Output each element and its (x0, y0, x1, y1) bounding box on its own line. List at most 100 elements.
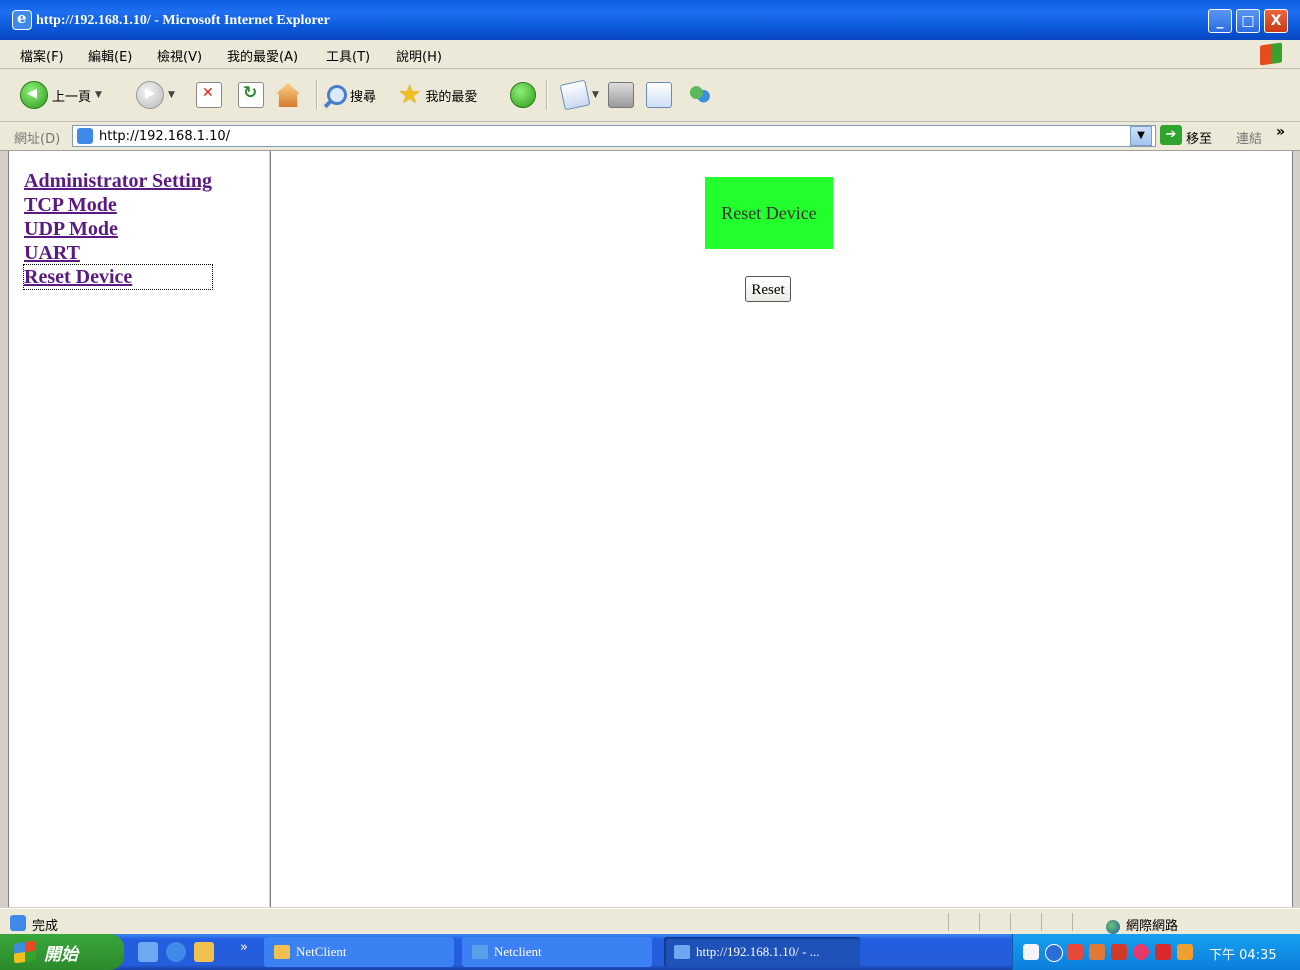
quicklaunch-more-icon[interactable]: » (240, 940, 248, 955)
tray-shield-icon[interactable] (1155, 944, 1171, 960)
window-title: http://192.168.1.10/ - Microsoft Interne… (36, 13, 330, 28)
windows-flag-icon (1260, 42, 1282, 66)
home-button[interactable] (276, 81, 300, 109)
windows-flag-icon (14, 940, 36, 964)
menu-view[interactable]: 檢視(V) (157, 46, 202, 65)
folder-icon (274, 945, 290, 959)
taskbar-button-netclient-app[interactable]: Netclient (462, 937, 652, 967)
system-tray: 下午 04:35 (1012, 934, 1300, 970)
messenger-button[interactable] (688, 81, 712, 109)
forward-button[interactable]: ▼ (136, 81, 175, 109)
taskbar-button-label: Netclient (494, 944, 542, 959)
taskbar-button-label: NetClient (296, 944, 347, 959)
edit-button[interactable] (646, 81, 672, 109)
toolbar: 上一頁 ▼ ▼ 搜尋 ★ 我的最愛 ▼ (0, 69, 1300, 122)
taskbar: 開始 » NetClient Netclient http://192.168.… (0, 934, 1300, 970)
title-bar: http://192.168.1.10/ - Microsoft Interne… (0, 0, 1300, 41)
maximize-button[interactable]: □ (1236, 9, 1260, 33)
quicklaunch-desktop-icon[interactable] (138, 942, 158, 962)
links-more-icon[interactable]: » (1276, 124, 1285, 140)
menu-bar: 檔案(F) 編輯(E) 檢視(V) 我的最愛(A) 工具(T) 說明(H) (0, 40, 1300, 69)
tray-icon-3[interactable] (1111, 944, 1127, 960)
back-button[interactable]: 上一頁 ▼ (20, 81, 102, 109)
taskbar-button-netclient-folder[interactable]: NetClient (264, 937, 454, 967)
tray-network-icon[interactable] (1177, 944, 1193, 960)
menu-tools[interactable]: 工具(T) (326, 46, 370, 65)
keyboard-icon[interactable] (1023, 944, 1039, 960)
refresh-button[interactable] (238, 81, 264, 109)
zone-label: 網際網路 (1126, 919, 1179, 934)
tray-icon-2[interactable] (1089, 944, 1105, 960)
search-label: 搜尋 (350, 89, 377, 105)
minimize-button[interactable]: _ (1208, 9, 1232, 33)
mail-icon (559, 79, 591, 111)
reset-button[interactable]: Reset (745, 276, 791, 302)
edit-icon (646, 82, 672, 108)
nav-link-tcp-mode[interactable]: TCP Mode (24, 193, 212, 217)
close-button[interactable]: X (1264, 9, 1288, 33)
status-bar: 完成 網際網路 (0, 908, 1300, 953)
taskbar-button-ie[interactable]: http://192.168.1.10/ - ... (664, 937, 860, 967)
status-panes (948, 913, 1099, 953)
go-button[interactable]: 移至 (1186, 128, 1212, 147)
forward-dropdown-icon[interactable]: ▼ (168, 90, 175, 100)
favorites-label: 我的最愛 (425, 89, 478, 105)
page-heading: Reset Device (705, 177, 833, 249)
clock: 下午 04:35 (1209, 948, 1277, 963)
stop-button[interactable] (196, 81, 222, 109)
address-dropdown-icon[interactable]: ▼ (1130, 126, 1152, 146)
menu-favorites[interactable]: 我的最愛(A) (227, 46, 298, 65)
toolbar-separator (316, 80, 318, 110)
menu-help[interactable]: 說明(H) (396, 46, 442, 65)
toolbar-separator (546, 80, 548, 110)
content-frame: Reset Device Reset (271, 151, 1293, 907)
mail-dropdown-icon[interactable]: ▼ (592, 90, 599, 100)
mail-button[interactable]: ▼ (559, 79, 599, 111)
history-icon (510, 82, 536, 108)
menu-file[interactable]: 檔案(F) (20, 46, 64, 65)
favorites-button[interactable]: ★ 我的最愛 (398, 81, 477, 109)
back-dropdown-icon[interactable]: ▼ (95, 90, 102, 100)
globe-icon (1106, 919, 1120, 934)
links-label[interactable]: 連結 (1236, 128, 1262, 147)
start-label: 開始 (44, 944, 78, 965)
messenger-icon (688, 83, 712, 107)
search-icon (322, 83, 347, 107)
tray-expand-icon[interactable] (1045, 944, 1063, 962)
back-label: 上一頁 (52, 89, 92, 105)
address-url[interactable]: http://192.168.1.10/ (99, 129, 230, 144)
quicklaunch-folder-icon[interactable] (194, 942, 214, 962)
back-icon (20, 81, 48, 109)
search-button[interactable]: 搜尋 (322, 81, 376, 109)
print-icon (608, 82, 634, 108)
ie-icon (674, 945, 690, 959)
app-icon (472, 945, 488, 959)
address-label: 網址(D) (14, 132, 61, 147)
start-button[interactable]: 開始 (0, 934, 124, 970)
address-input[interactable]: http://192.168.1.10/ (72, 125, 1156, 147)
page-done-icon (10, 915, 26, 931)
nav-link-uart[interactable]: UART (24, 241, 212, 265)
ie-icon (12, 9, 32, 30)
home-icon (276, 83, 300, 107)
nav-link-reset-device[interactable]: Reset Device (23, 264, 213, 290)
print-button[interactable] (608, 81, 634, 109)
tray-icon-4[interactable] (1133, 944, 1149, 960)
security-zone: 網際網路 (1106, 915, 1178, 934)
history-button[interactable] (510, 81, 536, 109)
page-icon (77, 128, 93, 144)
nav-menu: Administrator Setting TCP Mode UDP Mode … (23, 169, 213, 290)
nav-link-administrator-setting[interactable]: Administrator Setting (24, 169, 212, 193)
stop-icon (196, 82, 222, 108)
tray-icon-1[interactable] (1067, 944, 1083, 960)
address-bar: 網址(D) http://192.168.1.10/ ▼ ➔ 移至 連結 » (0, 122, 1300, 151)
quicklaunch-ie-icon[interactable] (166, 942, 186, 962)
go-icon[interactable]: ➔ (1160, 125, 1182, 145)
refresh-icon (238, 82, 264, 108)
nav-frame: Administrator Setting TCP Mode UDP Mode … (8, 151, 272, 907)
taskbar-button-label: http://192.168.1.10/ - ... (696, 944, 820, 959)
nav-link-udp-mode[interactable]: UDP Mode (24, 217, 212, 241)
menu-edit[interactable]: 編輯(E) (88, 46, 132, 65)
forward-icon (136, 81, 164, 109)
favorites-icon: ★ (398, 80, 422, 110)
